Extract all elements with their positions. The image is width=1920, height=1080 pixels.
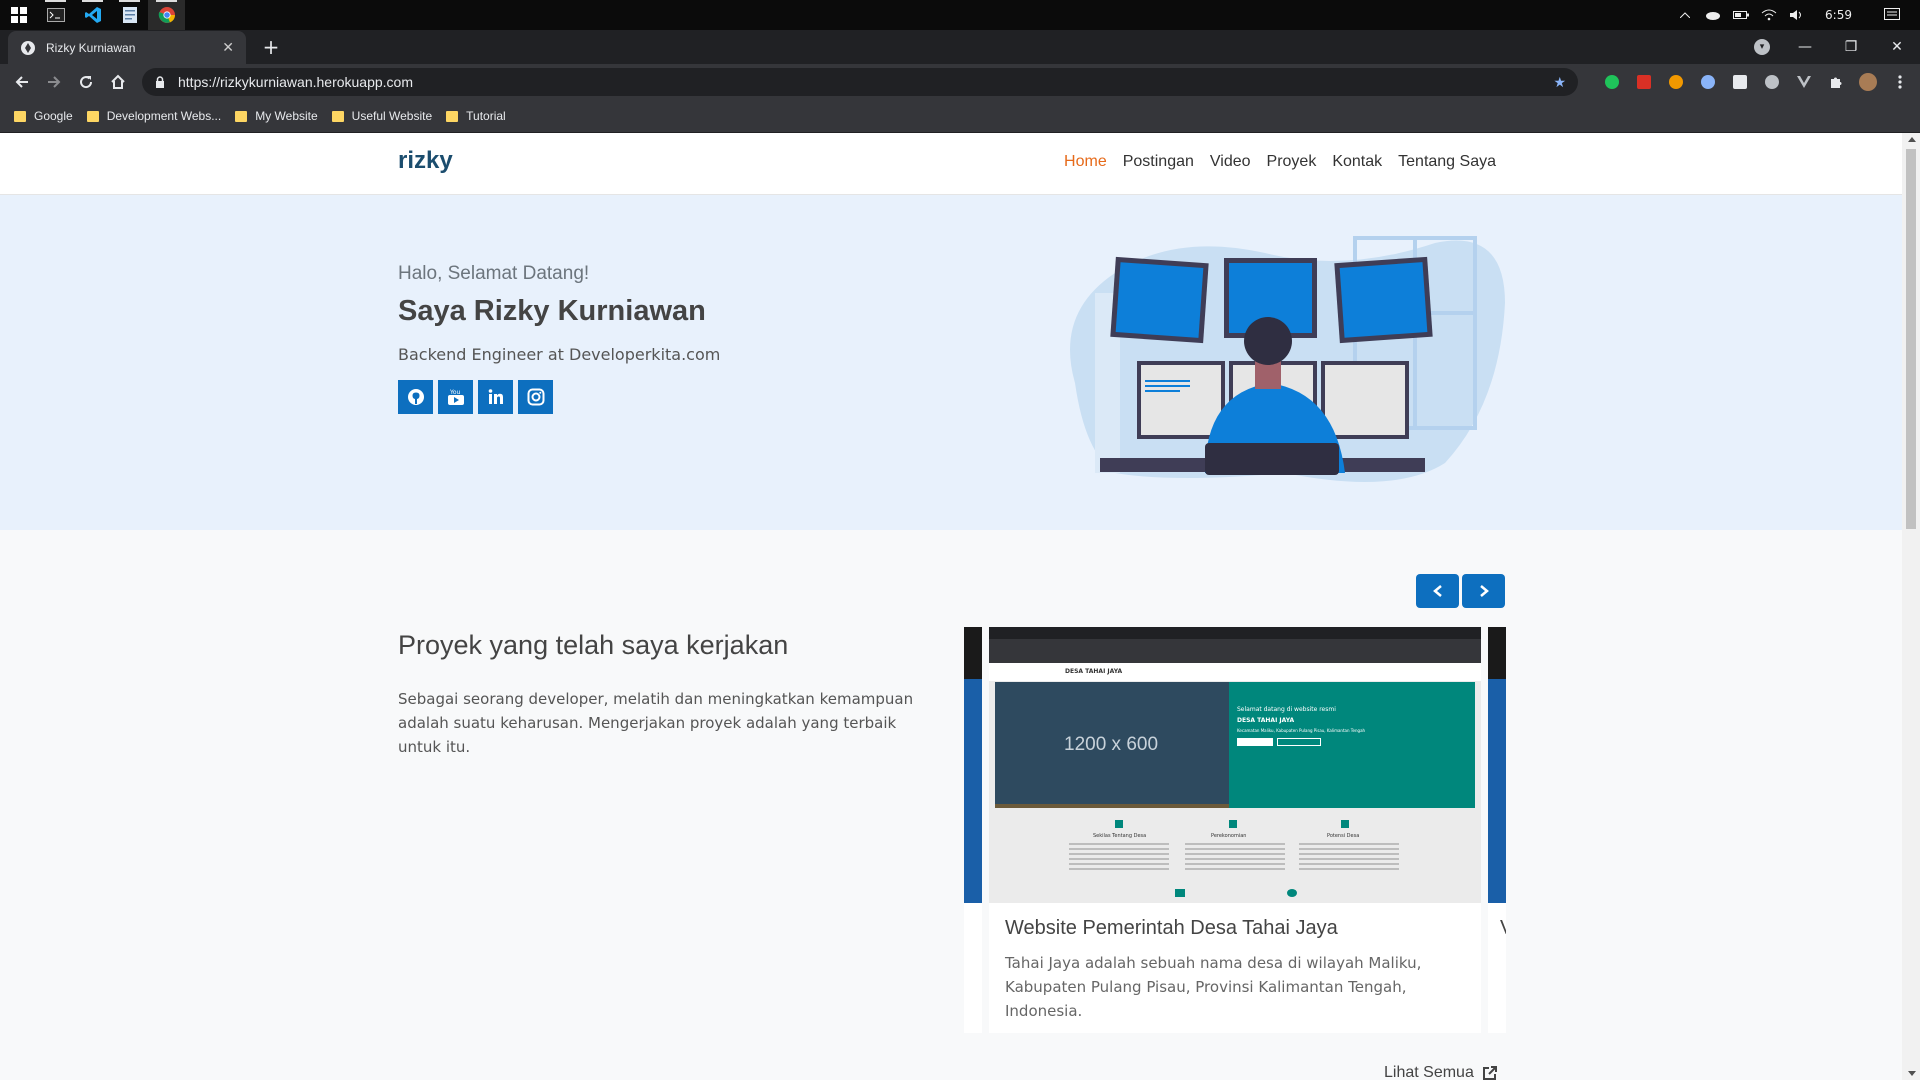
scroll-down-arrow-icon[interactable] (1908, 1071, 1916, 1076)
notification-icon[interactable] (1884, 8, 1900, 22)
back-icon[interactable] (8, 68, 36, 96)
project-card-title[interactable]: Website Pemerintah Desa Tahai Jaya (1005, 917, 1338, 940)
browser-tab[interactable]: Rizky Kurniawan ✕ (8, 31, 246, 64)
new-tab-button[interactable]: + (258, 34, 284, 60)
bookmark-tutorial[interactable]: Tutorial (446, 109, 506, 123)
extension-leaf-icon[interactable] (1760, 70, 1784, 94)
carousel-prev-button[interactable] (1416, 574, 1459, 608)
site-menu: Home Postingan Video Proyek Kontak Tenta… (1064, 153, 1496, 171)
bookmark-star-icon[interactable]: ★ (1553, 74, 1566, 91)
minimize-button[interactable]: — (1782, 30, 1828, 64)
windows-start-icon[interactable] (0, 0, 37, 30)
project-card-previous[interactable] (964, 627, 982, 1033)
next-card-title-fragment: V (1500, 917, 1506, 940)
carousel-next-button[interactable] (1462, 574, 1505, 608)
chevron-right-icon (1479, 585, 1489, 597)
close-window-button[interactable]: ✕ (1874, 30, 1920, 64)
site-favicon (21, 40, 35, 55)
chevron-left-icon (1432, 585, 1442, 597)
projects-section: Proyek yang telah saya kerjakan Sebagai … (0, 530, 1902, 1080)
notes-app-icon[interactable] (111, 0, 148, 30)
linkedin-icon[interactable] (478, 380, 513, 414)
lock-icon[interactable] (154, 76, 166, 88)
bookmark-my-website[interactable]: My Website (235, 109, 318, 123)
project-card[interactable]: DESA TAHAI JAYA 1200 x 600 Selamat datan… (989, 627, 1481, 1033)
reload-icon[interactable] (72, 68, 100, 96)
github-icon[interactable] (398, 380, 433, 414)
nav-video[interactable]: Video (1210, 153, 1251, 171)
developer-workstation-illustration (1070, 236, 1505, 482)
battery-icon[interactable] (1733, 8, 1750, 22)
nav-kontak[interactable]: Kontak (1332, 153, 1382, 171)
project-card-next[interactable]: V (1488, 627, 1506, 1033)
projects-title: Proyek yang telah saya kerjakan (398, 630, 789, 660)
external-link-icon (1482, 1066, 1497, 1080)
address-bar[interactable]: https://rizkykurniawan.herokuapp.com ★ (142, 68, 1578, 96)
site-brand[interactable]: rizky (398, 147, 453, 175)
nav-home[interactable]: Home (1064, 153, 1107, 171)
hero-role: Backend Engineer at Developerkita.com (398, 345, 721, 364)
folder-icon (446, 110, 459, 122)
tab-title: Rizky Kurniawan (46, 40, 136, 55)
folder-icon (14, 110, 26, 122)
social-links: You (398, 380, 553, 414)
scrollbar-thumb[interactable] (1906, 149, 1916, 529)
hero-name: Saya Rizky Kurniawan (398, 295, 706, 327)
slider-placeholder-text: 1200 x 600 (1064, 734, 1159, 755)
forward-icon[interactable] (40, 68, 68, 96)
extension-blue-icon[interactable] (1696, 70, 1720, 94)
svg-text:You: You (449, 389, 461, 396)
nav-tentang-saya[interactable]: Tentang Saya (1398, 153, 1496, 171)
tab-strip: Rizky Kurniawan ✕ + ▾ — ❐ ✕ (0, 30, 1920, 64)
browser-toolbar: https://rizkykurniawan.herokuapp.com ★ (0, 64, 1920, 100)
windows-taskbar: 6:59 (0, 0, 1920, 30)
volume-icon[interactable] (1789, 8, 1805, 22)
chrome-app-icon[interactable] (148, 0, 185, 30)
see-all-link[interactable]: Lihat Semua (1384, 1064, 1498, 1080)
tab-search-icon[interactable]: ▾ (1754, 39, 1770, 55)
extension-colorful-icon[interactable] (1664, 70, 1688, 94)
projects-description: Sebagai seorang developer, melatih dan m… (398, 690, 914, 756)
browser-menu-icon[interactable] (1888, 70, 1912, 94)
scroll-up-arrow-icon[interactable] (1908, 137, 1916, 142)
terminal-app-icon[interactable] (37, 0, 74, 30)
project-thumbnail: DESA TAHAI JAYA 1200 x 600 Selamat datan… (989, 627, 1481, 903)
nav-proyek[interactable]: Proyek (1267, 153, 1317, 171)
vscode-app-icon[interactable] (74, 0, 111, 30)
youtube-icon[interactable]: You (438, 380, 473, 414)
profile-avatar[interactable] (1856, 70, 1880, 94)
hero-section: Halo, Selamat Datang! Saya Rizky Kurniaw… (0, 195, 1902, 530)
project-card-description: Tahai Jaya adalah sebuah nama desa di wi… (1005, 954, 1422, 1020)
extension-green-icon[interactable] (1600, 70, 1624, 94)
taskbar-clock[interactable]: 6:59 (1825, 8, 1852, 22)
cloud-icon[interactable] (1705, 8, 1721, 22)
bookmark-development-websites[interactable]: Development Webs... (86, 109, 221, 123)
nav-postingan[interactable]: Postingan (1123, 153, 1194, 171)
folder-icon (331, 110, 344, 122)
close-tab-icon[interactable]: ✕ (222, 39, 234, 56)
site-navbar: rizky Home Postingan Video Proyek Kontak… (0, 133, 1902, 195)
extension-pdf-icon[interactable] (1632, 70, 1656, 94)
page-scrollbar[interactable] (1902, 133, 1920, 1080)
wifi-icon[interactable] (1761, 8, 1777, 22)
browser-chrome: Rizky Kurniawan ✕ + ▾ — ❐ ✕ https://rizk… (0, 30, 1920, 133)
url-text[interactable]: https://rizkykurniawan.herokuapp.com (178, 74, 1553, 90)
bookmark-useful-website[interactable]: Useful Website (331, 109, 432, 123)
bookmark-google[interactable]: Google (14, 109, 73, 123)
restore-button[interactable]: ❐ (1828, 30, 1874, 64)
folder-icon (235, 110, 248, 122)
instagram-icon[interactable] (518, 380, 553, 414)
chevron-up-icon[interactable] (1677, 8, 1693, 22)
extension-vue-icon[interactable] (1792, 70, 1816, 94)
extension-window-icon[interactable] (1728, 70, 1752, 94)
bookmarks-bar: Google Development Webs... My Website Us… (0, 100, 1920, 133)
home-icon[interactable] (104, 68, 132, 96)
hero-greeting: Halo, Selamat Datang! (398, 263, 590, 284)
page-viewport: rizky Home Postingan Video Proyek Kontak… (0, 133, 1902, 1080)
extensions-puzzle-icon[interactable] (1824, 70, 1848, 94)
folder-icon (86, 110, 99, 122)
